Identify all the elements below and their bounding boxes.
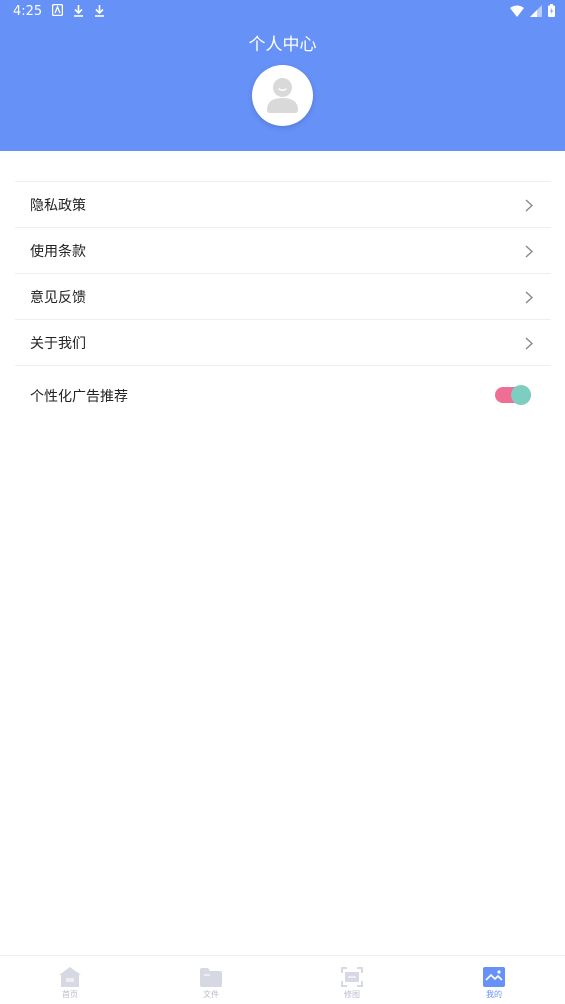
nav-item-edit[interactable]: 修图 <box>332 966 372 1004</box>
download-icon <box>95 5 104 17</box>
page-title: 个人中心 <box>248 35 317 55</box>
app-notification-icon <box>52 4 63 16</box>
chevron-right-icon <box>525 199 533 212</box>
user-placeholder-icon <box>267 78 298 113</box>
image-icon <box>483 967 505 987</box>
bottom-nav: 首页 文件 修图 我的 <box>0 955 565 1004</box>
status-notification-icons <box>52 4 105 17</box>
signal-icon <box>530 4 542 17</box>
menu-item-feedback[interactable]: 意见反馈 <box>15 273 551 319</box>
nav-item-files[interactable]: 文件 <box>191 966 231 1004</box>
download-icon <box>74 5 83 17</box>
home-icon <box>59 967 81 987</box>
chevron-right-icon <box>525 291 533 304</box>
menu-item-label: 个性化广告推荐 <box>30 389 128 405</box>
nav-item-mine[interactable]: 我的 <box>474 966 514 1004</box>
menu-item-label: 隐私政策 <box>30 198 86 214</box>
chevron-right-icon <box>525 337 533 350</box>
menu-item-label: 关于我们 <box>30 336 86 352</box>
menu-item-label: 使用条款 <box>30 244 86 260</box>
menu-item-about-us[interactable]: 关于我们 <box>15 319 551 365</box>
status-bar: 4:25 <box>0 0 565 24</box>
menu-item-terms-of-use[interactable]: 使用条款 <box>15 227 551 273</box>
folder-icon <box>200 968 222 987</box>
profile-header: 4:25 个人中心 <box>0 0 565 151</box>
menu-item-label: 意见反馈 <box>30 290 86 306</box>
status-system-icons <box>510 4 555 17</box>
battery-icon <box>548 4 555 17</box>
wifi-icon <box>510 5 524 17</box>
nav-label-home: 首页 <box>62 990 78 999</box>
status-time: 4:25 <box>13 4 43 19</box>
menu-item-personalized-ads: 个性化广告推荐 <box>15 365 551 423</box>
menu-item-privacy-policy[interactable]: 隐私政策 <box>15 181 551 227</box>
nav-label-mine: 我的 <box>486 990 502 999</box>
nav-label-edit: 修图 <box>344 990 360 999</box>
nav-item-home[interactable]: 首页 <box>50 966 90 1004</box>
avatar[interactable] <box>252 65 313 126</box>
nav-label-files: 文件 <box>203 990 219 999</box>
crop-icon <box>341 967 363 987</box>
toggle-knob <box>511 385 531 405</box>
personalized-ads-toggle[interactable] <box>495 384 531 406</box>
settings-menu: 隐私政策 使用条款 意见反馈 关于我们 个性化广告推荐 <box>15 181 551 423</box>
chevron-right-icon <box>525 245 533 258</box>
